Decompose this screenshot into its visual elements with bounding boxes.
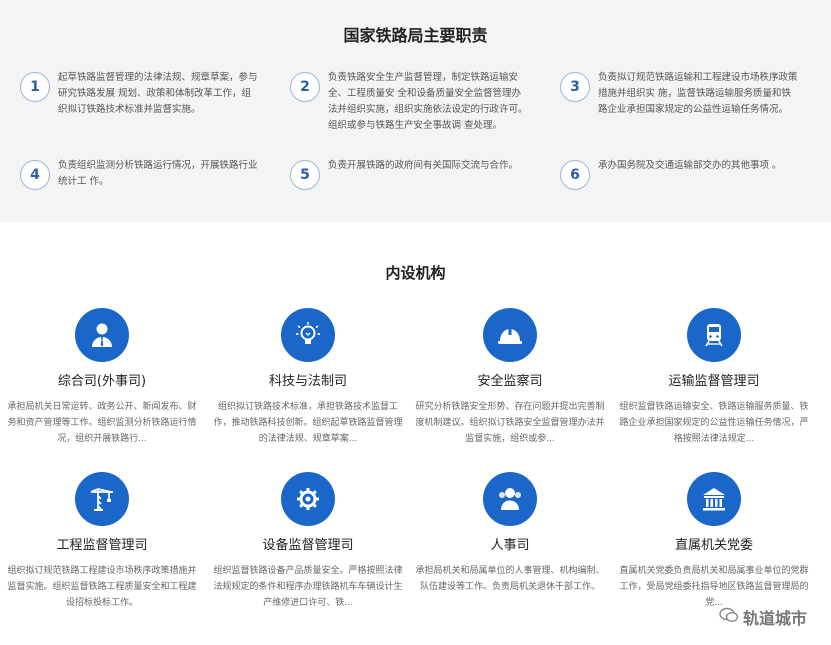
department-description: 研究分析铁路安全形势、存在问题并提出完善制度机制建议。组织拟订铁路安全监督管理办…	[415, 402, 605, 444]
watermark: 轨道城市	[719, 605, 807, 629]
duty-item: 1 起草铁路监督管理的法律法规、规章草案，参与研究铁路发展 规划、政策和体制改革…	[20, 70, 260, 118]
department-card[interactable]: 人事司 承担局机关和局属单位的人事管理、机构编制、队伍建设等工作。负责局机关退休…	[412, 472, 608, 595]
duty-item: 5 负责开展铁路的政府间有关国际交流与合作。	[290, 158, 530, 190]
duty-text: 承办国务院及交通运输部交办的其他事项 。	[598, 160, 782, 171]
building-icon	[687, 472, 741, 526]
duty-number-badge: 6	[560, 160, 590, 190]
duties-title: 国家铁路局主要职责	[343, 26, 488, 45]
duty-number-badge: 5	[290, 160, 320, 190]
duty-text: 负责开展铁路的政府间有关国际交流与合作。	[328, 160, 519, 171]
department-name: 设备监督管理司	[262, 538, 354, 553]
department-card[interactable]: 综合司(外事司) 承担局机关日常运转、政务公开、新闻发布、财务和资产管理等工作。…	[4, 308, 200, 447]
department-description: 承担局机关日常运转、政务公开、新闻发布、财务和资产管理等工作。组织监测分析铁路运…	[7, 402, 197, 444]
department-card[interactable]: 直属机关党委 直属机关党委负责局机关和局属事业单位的党群工作，受局党组委托指导地…	[616, 472, 812, 611]
wechat-icon	[719, 607, 743, 627]
duty-item: 4 负责组织监测分析铁路运行情况，开展铁路行业统计工 作。	[20, 158, 260, 190]
department-card[interactable]: 科技与法制司 组织拟订铁路技术标准，承担铁路技术监督工作，推动铁路科技创新。组织…	[210, 308, 406, 447]
department-description: 组织拟订铁路技术标准，承担铁路技术监督工作，推动铁路科技创新。组织起草铁路监督管…	[213, 402, 403, 444]
duty-text: 负责拟订规范铁路运输和工程建设市场秩序政策措施并组织实 施，监督铁路运输服务质量…	[598, 72, 798, 115]
department-name: 科技与法制司	[268, 374, 347, 389]
duty-number-badge: 1	[20, 72, 50, 102]
watermark-text: 轨道城市	[742, 609, 807, 628]
department-name: 综合司(外事司)	[57, 374, 147, 389]
lightbulb-icon	[281, 308, 335, 362]
department-description: 组织监督铁路运输安全、铁路运输服务质量、铁路企业承担国家规定的公益性运输任务情况…	[619, 402, 809, 444]
department-name: 安全监察司	[477, 374, 543, 389]
train-icon	[687, 308, 741, 362]
department-description: 承担局机关和局属单位的人事管理、机构编制、队伍建设等工作。负责局机关退休干部工作…	[415, 566, 605, 592]
duty-text: 负责组织监测分析铁路运行情况，开展铁路行业统计工 作。	[58, 160, 258, 187]
department-name: 运输监督管理司	[668, 374, 760, 389]
department-card[interactable]: 安全监察司 研究分析铁路安全形势、存在问题并提出完善制度机制建议。组织拟订铁路安…	[412, 308, 608, 447]
department-card[interactable]: 运输监督管理司 组织监督铁路运输安全、铁路运输服务质量、铁路企业承担国家规定的公…	[616, 308, 812, 447]
department-description: 组织拟订规范铁路工程建设市场秩序政策措施并监督实施。组织监督铁路工程质量安全和工…	[7, 566, 197, 608]
duties-panel: 国家铁路局主要职责 1 起草铁路监督管理的法律法规、规章草案，参与研究铁路发展 …	[0, 0, 831, 222]
department-card[interactable]: 工程监督管理司 组织拟订规范铁路工程建设市场秩序政策措施并监督实施。组织监督铁路…	[4, 472, 200, 611]
department-description: 直属机关党委负责局机关和局属事业单位的党群工作，受局党组委托指导地区铁路监督管理…	[619, 566, 809, 608]
duty-number-badge: 3	[560, 72, 590, 102]
departments-title: 内设机构	[385, 264, 446, 282]
department-description: 组织监督铁路设备产品质量安全。严格按照法律法规规定的条件和程序办理铁路机车车辆设…	[213, 566, 403, 608]
department-name: 人事司	[490, 538, 530, 553]
person-tie-icon	[75, 308, 129, 362]
duty-number-badge: 4	[20, 160, 50, 190]
duty-number-badge: 2	[290, 72, 320, 102]
duty-item: 3 负责拟订规范铁路运输和工程建设市场秩序政策措施并组织实 施，监督铁路运输服务…	[560, 70, 800, 118]
hardhat-icon	[483, 308, 537, 362]
department-name: 直属机关党委	[674, 538, 753, 553]
duty-text: 负责铁路安全生产监督管理，制定铁路运输安全、工程质量安 全和设备质量安全监督管理…	[328, 72, 528, 131]
department-card[interactable]: 设备监督管理司 组织监督铁路设备产品质量安全。严格按照法律法规规定的条件和程序办…	[210, 472, 406, 611]
duty-item: 6 承办国务院及交通运输部交办的其他事项 。	[560, 158, 800, 190]
duty-item: 2 负责铁路安全生产监督管理，制定铁路运输安全、工程质量安 全和设备质量安全监督…	[290, 70, 530, 134]
crane-icon	[75, 472, 129, 526]
people-icon	[483, 472, 537, 526]
department-name: 工程监督管理司	[56, 538, 148, 553]
gear-wrench-icon	[281, 472, 335, 526]
duty-text: 起草铁路监督管理的法律法规、规章草案，参与研究铁路发展 规划、政策和体制改革工作…	[58, 72, 258, 115]
